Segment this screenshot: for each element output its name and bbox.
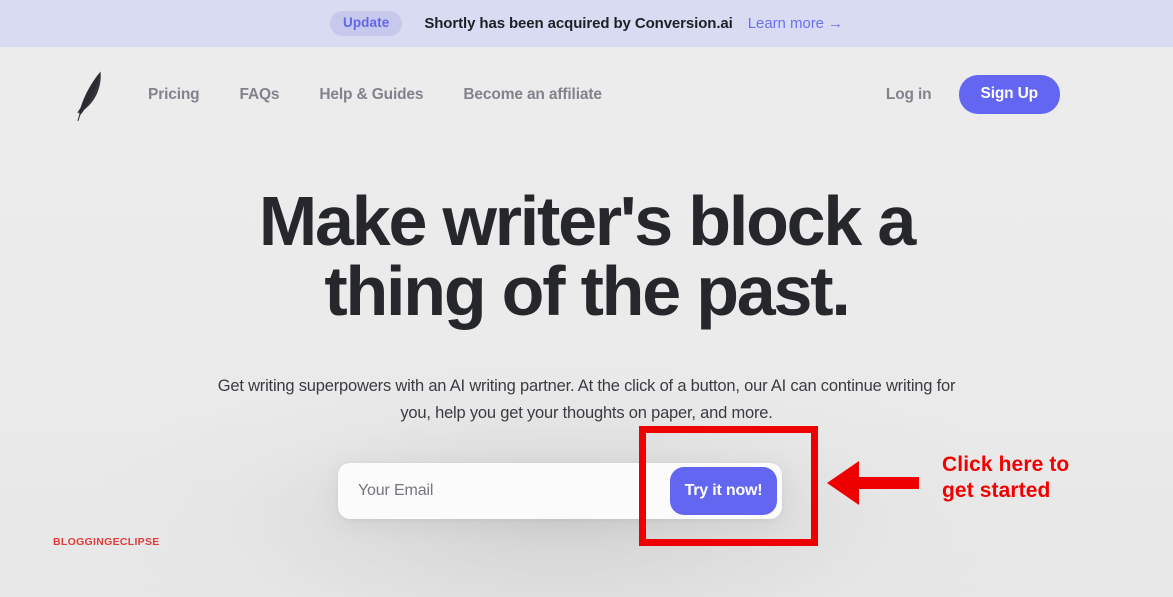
nav-link-pricing[interactable]: Pricing [148, 86, 200, 104]
nav-left-group: Pricing FAQs Help & Guides Become an aff… [70, 67, 602, 123]
nav-link-faqs[interactable]: FAQs [240, 86, 280, 104]
nav-link-help-guides[interactable]: Help & Guides [319, 86, 423, 104]
update-badge: Update [329, 11, 403, 36]
learn-more-link[interactable]: Learn more → [748, 15, 843, 32]
feather-quill-logo[interactable] [70, 67, 108, 123]
hero-subheadline: Get writing superpowers with an AI writi… [217, 377, 956, 423]
login-link[interactable]: Log in [886, 86, 932, 104]
hero-section: Make writer's block a thing of the past.… [0, 142, 1173, 427]
main-navigation: Pricing FAQs Help & Guides Become an aff… [0, 47, 1173, 142]
nav-link-become-an-affiliate[interactable]: Become an affiliate [463, 86, 602, 104]
try-it-now-button[interactable]: Try it now! [670, 467, 777, 515]
banner-message: Shortly has been acquired by Conversion.… [424, 15, 733, 32]
email-signup-form: Try it now! [338, 463, 782, 519]
announcement-banner: Update Shortly has been acquired by Conv… [0, 0, 1173, 47]
nav-links: Pricing FAQs Help & Guides Become an aff… [148, 86, 602, 104]
nav-right-group: Log in Sign Up [886, 75, 1060, 114]
page-title: Make writer's block a thing of the past. [258, 182, 916, 330]
sign-up-button[interactable]: Sign Up [958, 75, 1060, 114]
